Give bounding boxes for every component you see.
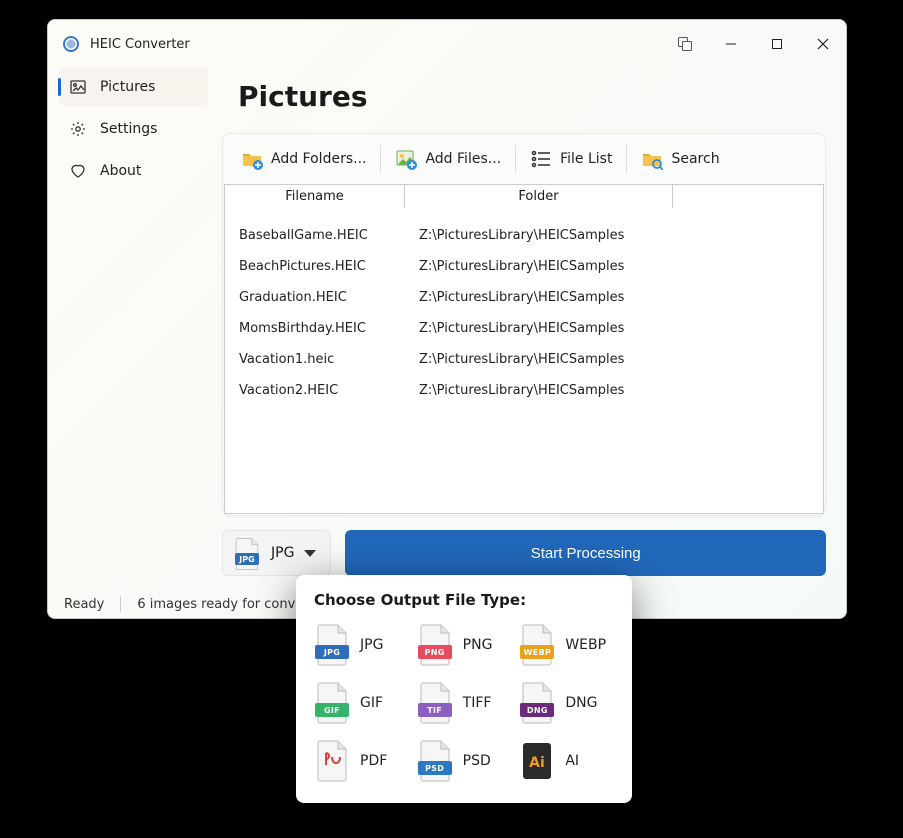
output-format-button[interactable]: JPG JPG	[222, 530, 331, 576]
add-folders-label: Add Folders...	[271, 151, 366, 167]
format-popup: Choose Output File Type: JPG JPG PNG PNG WEB…	[296, 575, 632, 803]
sidebar-item-settings[interactable]: Settings	[58, 110, 208, 148]
col-folder[interactable]: Folder	[405, 185, 673, 208]
image-plus-icon	[395, 148, 417, 170]
file-list[interactable]: BaseballGame.HEICZ:\PicturesLibrary\HEIC…	[224, 208, 824, 514]
maximize-button[interactable]	[754, 20, 800, 68]
col-filename[interactable]: Filename	[225, 185, 405, 208]
cell-filename: MomsBirthday.HEIC	[239, 321, 419, 336]
format-option-webp[interactable]: WEBP WEBP	[519, 623, 614, 667]
folder-search-icon	[641, 148, 663, 170]
status-separator	[120, 596, 121, 612]
minimize-button[interactable]	[708, 20, 754, 68]
settings-icon	[70, 121, 86, 137]
cell-folder: Z:\PicturesLibrary\HEICSamples	[419, 383, 659, 398]
file-card: Add Folders... Add Files...	[222, 133, 826, 516]
titlebar: HEIC Converter	[48, 20, 846, 68]
format-label: GIF	[360, 695, 383, 711]
app-icon	[62, 35, 80, 53]
app-window: HEIC Converter Pictures Settings About Pic…	[47, 19, 847, 619]
jpg-file-icon: JPG	[314, 623, 350, 667]
pdf-file-icon	[314, 739, 350, 783]
svg-text:Ai: Ai	[530, 755, 546, 771]
main-content: Pictures Add Folders... Add Files	[218, 68, 846, 590]
tiff-file-icon: TIF	[417, 681, 453, 725]
popup-title: Choose Output File Type:	[314, 591, 614, 609]
sidebar-item-about[interactable]: About	[58, 152, 208, 190]
format-option-jpg[interactable]: JPG JPG	[314, 623, 409, 667]
format-option-ai[interactable]: Ai AI	[519, 739, 614, 783]
table-row[interactable]: BeachPictures.HEICZ:\PicturesLibrary\HEI…	[225, 251, 823, 282]
cell-folder: Z:\PicturesLibrary\HEICSamples	[419, 259, 659, 274]
format-label: WEBP	[565, 637, 606, 653]
about-icon	[70, 163, 86, 179]
column-headers: Filename Folder	[224, 184, 824, 208]
sidebar: Pictures Settings About	[48, 68, 218, 590]
col-spacer	[673, 185, 823, 208]
start-processing-button[interactable]: Start Processing	[345, 530, 826, 576]
caret-down-icon	[304, 550, 316, 557]
toolbar-separator	[626, 145, 627, 173]
close-button[interactable]	[800, 20, 846, 68]
format-option-pdf[interactable]: PDF	[314, 739, 409, 783]
cell-filename: Graduation.HEIC	[239, 290, 419, 305]
table-row[interactable]: BaseballGame.HEICZ:\PicturesLibrary\HEIC…	[225, 220, 823, 251]
add-folders-button[interactable]: Add Folders...	[231, 142, 376, 176]
cell-folder: Z:\PicturesLibrary\HEICSamples	[419, 290, 659, 305]
table-row[interactable]: MomsBirthday.HEICZ:\PicturesLibrary\HEIC…	[225, 313, 823, 344]
format-grid: JPGJPGPNGPNGWEBPWEBPGIFGIFTIFTIFFDNGDNGP…	[314, 623, 614, 783]
toolbar-separator	[515, 145, 516, 173]
format-label: TIFF	[463, 695, 492, 711]
cell-folder: Z:\PicturesLibrary\HEICSamples	[419, 321, 659, 336]
search-label: Search	[671, 151, 719, 167]
psd-file-icon: PSD	[417, 739, 453, 783]
table-row[interactable]: Vacation1.heicZ:\PicturesLibrary\HEICSam…	[225, 344, 823, 375]
ai-file-icon: Ai	[519, 739, 555, 783]
table-row[interactable]: Vacation2.HEICZ:\PicturesLibrary\HEICSam…	[225, 375, 823, 406]
cell-filename: BeachPictures.HEIC	[239, 259, 419, 274]
format-option-gif[interactable]: GIF GIF	[314, 681, 409, 725]
format-option-tiff[interactable]: TIF TIFF	[417, 681, 512, 725]
add-files-button[interactable]: Add Files...	[385, 142, 511, 176]
snap-layouts-button[interactable]	[662, 20, 708, 68]
page-title: Pictures	[238, 80, 826, 113]
format-option-png[interactable]: PNG PNG	[417, 623, 512, 667]
search-button[interactable]: Search	[631, 142, 729, 176]
sidebar-item-label: Settings	[100, 121, 157, 137]
add-files-label: Add Files...	[425, 151, 501, 167]
format-label: PSD	[463, 753, 491, 769]
table-row[interactable]: Graduation.HEICZ:\PicturesLibrary\HEICSa…	[225, 282, 823, 313]
format-label: PDF	[360, 753, 387, 769]
file-list-button[interactable]: File List	[520, 142, 622, 176]
cell-filename: Vacation1.heic	[239, 352, 419, 367]
cell-filename: Vacation2.HEIC	[239, 383, 419, 398]
png-file-icon: PNG	[417, 623, 453, 667]
cell-folder: Z:\PicturesLibrary\HEICSamples	[419, 352, 659, 367]
cell-filename: BaseballGame.HEIC	[239, 228, 419, 243]
format-label: JPG	[360, 637, 383, 653]
pictures-icon	[70, 79, 86, 95]
jpg-file-icon: JPG	[233, 537, 261, 569]
window-title: HEIC Converter	[90, 37, 190, 52]
gif-file-icon: GIF	[314, 681, 350, 725]
format-label: AI	[565, 753, 579, 769]
sidebar-item-pictures[interactable]: Pictures	[58, 68, 208, 106]
file-list-label: File List	[560, 151, 612, 167]
format-option-dng[interactable]: DNG DNG	[519, 681, 614, 725]
format-option-psd[interactable]: PSD PSD	[417, 739, 512, 783]
dng-file-icon: DNG	[519, 681, 555, 725]
cell-folder: Z:\PicturesLibrary\HEICSamples	[419, 228, 659, 243]
toolbar: Add Folders... Add Files...	[223, 142, 825, 184]
sidebar-item-label: About	[100, 163, 141, 179]
format-label: PNG	[463, 637, 493, 653]
status-left: Ready	[64, 597, 104, 612]
list-icon	[530, 148, 552, 170]
sidebar-item-label: Pictures	[100, 79, 155, 95]
webp-file-icon: WEBP	[519, 623, 555, 667]
selected-format-label: JPG	[271, 545, 294, 561]
format-label: DNG	[565, 695, 597, 711]
folder-plus-icon	[241, 148, 263, 170]
toolbar-separator	[380, 145, 381, 173]
